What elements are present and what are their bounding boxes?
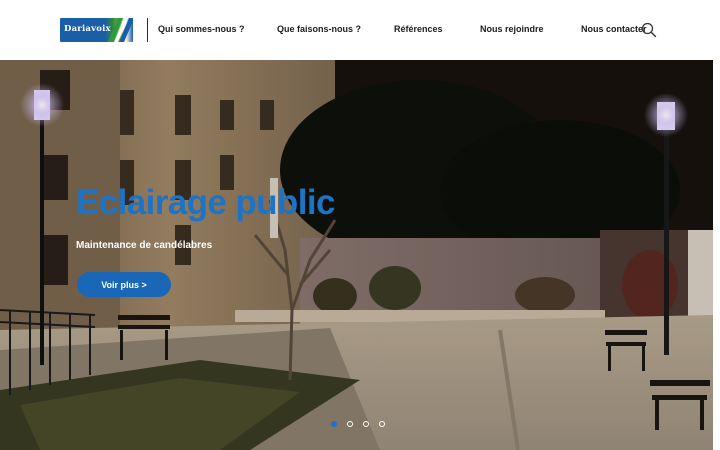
hero-right-edge (713, 60, 720, 450)
voir-plus-button[interactable]: Voir plus > (77, 272, 171, 297)
brand-logo[interactable]: Dariavoix (60, 18, 133, 42)
carousel-dot-2[interactable] (347, 421, 353, 427)
carousel-dot-1[interactable] (331, 421, 337, 427)
logo-divider (147, 18, 148, 42)
hero-photo (0, 60, 713, 450)
nav-item-references[interactable]: Références (394, 24, 443, 34)
carousel-pagination (331, 421, 385, 427)
nav-item-nous-contacter[interactable]: Nous contacter (581, 24, 647, 34)
nav-item-nous-rejoindre[interactable]: Nous rejoindre (480, 24, 544, 34)
nav-item-qui-sommes-nous[interactable]: Qui sommes-nous ? (158, 24, 245, 34)
hero-subtitle: Maintenance de candélabres (76, 240, 213, 251)
hero-banner (0, 60, 713, 450)
nav-item-que-faisons-nous[interactable]: Que faisons-nous ? (277, 24, 361, 34)
brand-logo-text: Dariavoix (64, 24, 111, 34)
carousel-dot-3[interactable] (363, 421, 369, 427)
carousel-dot-4[interactable] (379, 421, 385, 427)
search-icon[interactable] (641, 22, 657, 38)
hero-title: Eclairage public (76, 183, 335, 222)
site-header: Dariavoix Qui sommes-nous ? Que faisons-… (0, 0, 720, 60)
